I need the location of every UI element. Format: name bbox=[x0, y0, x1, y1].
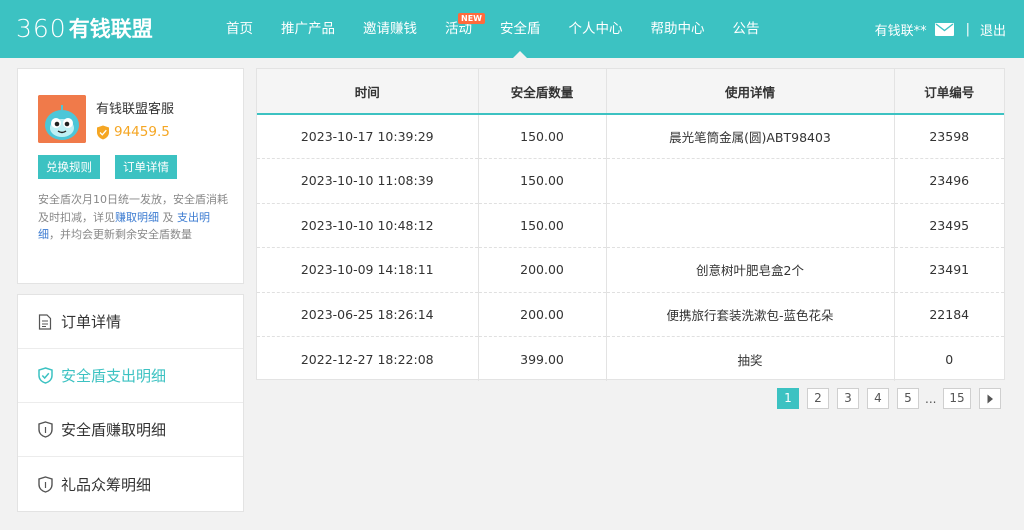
next-page-button[interactable] bbox=[979, 388, 1001, 409]
shield-icon bbox=[37, 475, 53, 493]
nav-personal-center[interactable]: 个人中心 bbox=[555, 0, 637, 58]
col-amount-header: 安全盾数量 bbox=[478, 69, 607, 115]
page-3-button[interactable]: 3 bbox=[837, 388, 859, 409]
menu-order-detail-label: 订单详情 bbox=[61, 313, 122, 331]
menu-shield-spend-detail-label: 安全盾支出明细 bbox=[61, 367, 167, 385]
cell-time: 2023-10-17 10:39:29 bbox=[257, 114, 479, 159]
menu-order-detail[interactable]: 订单详情 bbox=[18, 295, 243, 349]
nav-invite-label: 邀请赚钱 bbox=[363, 21, 417, 37]
header-separator: | bbox=[965, 21, 970, 37]
nav-security-shield-label: 安全盾 bbox=[500, 21, 541, 37]
nav-products-label: 推广产品 bbox=[281, 21, 335, 37]
cell-time: 2023-10-10 10:48:12 bbox=[257, 203, 479, 248]
table-row: 2022-12-27 18:22:08 399.00 抽奖 0 bbox=[257, 336, 1004, 381]
cell-order-id: 23491 bbox=[894, 247, 1004, 293]
cell-amount: 150.00 bbox=[478, 203, 607, 248]
cell-order-id: 23496 bbox=[894, 158, 1004, 204]
table-row: 2023-06-25 18:26:14 200.00 便携旅行套装洗漱包-蓝色花… bbox=[257, 292, 1004, 337]
cell-amount: 399.00 bbox=[478, 336, 607, 381]
menu-shield-earn-detail[interactable]: 安全盾赚取明细 bbox=[18, 403, 243, 457]
user-area: 有钱联** | 退出 bbox=[875, 0, 1006, 58]
col-order-id-header: 订单编号 bbox=[894, 69, 1004, 115]
nav-personal-center-label: 个人中心 bbox=[568, 21, 623, 37]
logout-link[interactable]: 退出 bbox=[980, 20, 1006, 39]
username[interactable]: 有钱联** bbox=[875, 20, 927, 39]
col-time-header: 时间 bbox=[257, 69, 479, 115]
cell-amount: 200.00 bbox=[478, 247, 607, 293]
desc-text-2: 及 bbox=[159, 210, 177, 224]
top-navbar: 360 有钱联盟 首页 推广产品 邀请赚钱 活动 NEW 安全盾 个人中心 帮助… bbox=[0, 0, 1024, 58]
page-1-button[interactable]: 1 bbox=[777, 388, 799, 409]
side-menu: 订单详情 安全盾支出明细 安全盾赚取明细 礼品众筹明细 bbox=[17, 294, 244, 512]
menu-shield-earn-detail-label: 安全盾赚取明细 bbox=[61, 421, 167, 439]
exchange-rules-button[interactable]: 兑换规则 bbox=[38, 155, 100, 179]
table-header-row: 时间 安全盾数量 使用详情 订单编号 bbox=[257, 69, 1004, 115]
page-last-button[interactable]: 15 bbox=[943, 388, 971, 409]
menu-gift-crowdfund-detail-label: 礼品众筹明细 bbox=[61, 475, 152, 494]
cell-amount: 150.00 bbox=[478, 114, 607, 159]
col-usage-header: 使用详情 bbox=[606, 69, 895, 115]
cell-order-id: 22184 bbox=[894, 292, 1004, 337]
cell-time: 2023-06-25 18:26:14 bbox=[257, 292, 479, 337]
logo-text: 有钱联盟 bbox=[68, 17, 153, 41]
table-row: 2023-10-17 10:39:29 150.00 晨光笔筒金属(圆)ABT9… bbox=[257, 114, 1004, 159]
cell-amount: 150.00 bbox=[478, 158, 607, 204]
cell-order-id: 23495 bbox=[894, 203, 1004, 248]
menu-shield-spend-detail[interactable]: 安全盾支出明细 bbox=[18, 349, 243, 403]
nav-announcement[interactable]: 公告 bbox=[719, 0, 774, 58]
earn-detail-link[interactable]: 赚取明细 bbox=[115, 211, 159, 224]
document-icon bbox=[37, 313, 53, 331]
logo[interactable]: 360 有钱联盟 bbox=[16, 11, 153, 45]
pagination-ellipsis: ... bbox=[925, 391, 937, 406]
profile-card: 有钱联盟客服 94459.5 兑换规则 订单详情 安全盾次月10日统一发放，安全… bbox=[17, 68, 244, 284]
page-4-button[interactable]: 4 bbox=[867, 388, 889, 409]
page-5-button[interactable]: 5 bbox=[897, 388, 919, 409]
nav-products[interactable]: 推广产品 bbox=[267, 0, 349, 58]
shield-icon bbox=[37, 421, 53, 439]
cell-time: 2022-12-27 18:22:08 bbox=[257, 336, 479, 381]
table-row: 2023-10-10 10:48:12 150.00 23495 bbox=[257, 203, 1004, 248]
nav-announcement-label: 公告 bbox=[732, 21, 760, 37]
menu-gift-crowdfund-detail[interactable]: 礼品众筹明细 bbox=[18, 457, 243, 511]
mail-icon[interactable] bbox=[934, 22, 954, 36]
spend-detail-table: 时间 安全盾数量 使用详情 订单编号 2023-10-17 10:39:29 1… bbox=[256, 68, 1005, 381]
desc-text-3: ，并均会更新剩余安全盾数量 bbox=[49, 228, 192, 241]
nav-home-label: 首页 bbox=[226, 21, 253, 37]
logo-number: 360 bbox=[16, 13, 67, 43]
avatar bbox=[38, 95, 86, 143]
cell-usage: 便携旅行套装洗漱包-蓝色花朵 bbox=[606, 292, 895, 337]
shield-description: 安全盾次月10日统一发放，安全盾消耗及时扣减，详见赚取明细 及 支出明细，并均会… bbox=[38, 191, 230, 244]
shield-score-value: 94459.5 bbox=[114, 124, 170, 140]
cell-usage: 晨光笔筒金属(圆)ABT98403 bbox=[606, 114, 895, 159]
cell-usage bbox=[606, 203, 895, 248]
nav-home[interactable]: 首页 bbox=[212, 0, 267, 58]
chevron-right-icon bbox=[987, 394, 993, 403]
cell-usage: 创意树叶肥皂盒2个 bbox=[606, 247, 895, 293]
shield-check-icon bbox=[37, 367, 53, 385]
table-row: 2023-10-09 14:18:11 200.00 创意树叶肥皂盒2个 234… bbox=[257, 247, 1004, 293]
cell-time: 2023-10-09 14:18:11 bbox=[257, 247, 479, 293]
profile-name: 有钱联盟客服 bbox=[96, 102, 175, 117]
cell-time: 2023-10-10 11:08:39 bbox=[257, 158, 479, 204]
pagination: 1 2 3 4 5 ... 15 bbox=[769, 388, 1001, 409]
gold-shield-icon bbox=[97, 125, 109, 139]
nav-help-center-label: 帮助中心 bbox=[650, 21, 705, 37]
nav-invite[interactable]: 邀请赚钱 bbox=[349, 0, 431, 58]
nav-activity[interactable]: 活动 NEW bbox=[431, 0, 486, 58]
cell-usage: 抽奖 bbox=[606, 336, 895, 381]
nav-security-shield[interactable]: 安全盾 bbox=[486, 0, 555, 58]
cell-usage bbox=[606, 158, 895, 204]
cell-order-id: 23598 bbox=[894, 114, 1004, 159]
cell-order-id: 0 bbox=[945, 351, 954, 367]
order-detail-button[interactable]: 订单详情 bbox=[115, 155, 177, 179]
nav-help-center[interactable]: 帮助中心 bbox=[637, 0, 719, 58]
table-row: 2023-10-10 11:08:39 150.00 23496 bbox=[257, 158, 1004, 204]
cell-amount: 200.00 bbox=[478, 292, 607, 337]
new-badge: NEW bbox=[458, 13, 485, 24]
page-2-button[interactable]: 2 bbox=[807, 388, 829, 409]
shield-score: 94459.5 bbox=[96, 124, 170, 140]
main-nav: 首页 推广产品 邀请赚钱 活动 NEW 安全盾 个人中心 帮助中心 公告 bbox=[212, 0, 774, 58]
